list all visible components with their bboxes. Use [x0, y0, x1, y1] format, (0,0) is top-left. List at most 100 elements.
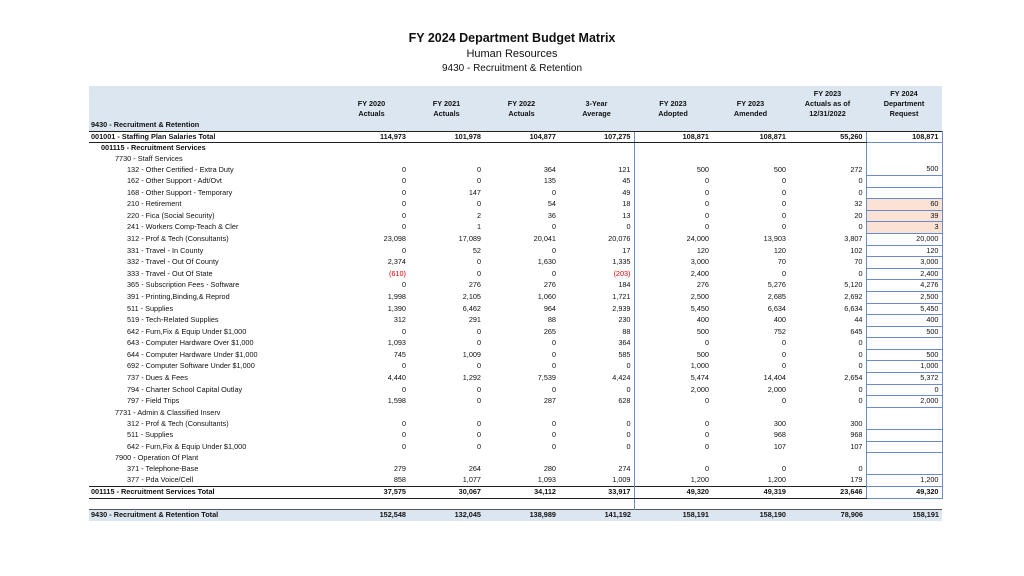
- cell-value: 108,871: [633, 130, 712, 144]
- cell-value: 0: [626, 384, 631, 394]
- cell-value: 5,120: [844, 280, 863, 290]
- cell-value: [789, 120, 866, 132]
- table-row: 312 - Prof & Tech (Consultants) 23,098 17,…: [89, 233, 943, 246]
- cell-value: 17: [622, 245, 631, 255]
- cell-value: 645: [850, 326, 863, 336]
- cell-value: 265: [543, 326, 556, 336]
- cell-value: 0: [401, 384, 406, 394]
- cell-value: [633, 142, 712, 154]
- cell-value: 0: [858, 361, 863, 371]
- cell-value: 0: [858, 187, 863, 197]
- cell-value: 55,260: [789, 130, 866, 144]
- column-header: FY 2022 Actuals: [484, 86, 559, 120]
- cell-value: 18: [622, 199, 631, 209]
- cell-value: 628: [618, 396, 631, 406]
- cell-value: 23,098: [383, 233, 406, 243]
- table-row: 241 - Workers Comp-Teach & Cler 0 1 0 0 0 0 0 3: [89, 221, 943, 234]
- cell-value: 152,548: [334, 509, 409, 521]
- cell-value: 964: [543, 303, 556, 313]
- cell-value: 0: [401, 280, 406, 290]
- cell-value: 17,089: [458, 233, 481, 243]
- cell-value: 400: [633, 314, 712, 327]
- cell-value: 114,973: [334, 130, 409, 144]
- cell-value: 0: [858, 268, 863, 278]
- cell-value: 158,190: [712, 509, 789, 521]
- cell-value: [633, 452, 712, 464]
- cell-value: 400: [773, 315, 786, 325]
- cell-value: 400: [865, 314, 943, 327]
- cell-value: 3: [865, 221, 943, 234]
- row-label: 643 - Computer Hardware Over $1,000: [127, 338, 254, 348]
- table-body: 9430 - Recruitment & Retention 001001 - S…: [89, 120, 943, 521]
- cell-value: 274: [618, 464, 631, 474]
- cell-value: [409, 453, 484, 464]
- cell-value: 0: [401, 441, 406, 451]
- department-name: Human Resources: [466, 48, 558, 60]
- cell-value: 5,450: [865, 303, 943, 316]
- cell-value: 2,400: [633, 268, 712, 280]
- cell-value: 0: [401, 222, 406, 232]
- cell-value: 0: [781, 361, 786, 371]
- table-row: 511 - Supplies 0 0 0 0 0 968 968: [89, 429, 943, 442]
- column-header-label: [89, 86, 334, 120]
- row-label: 162 - Other Support - Adt/Ovt: [127, 175, 222, 185]
- cell-value: 88: [622, 326, 631, 336]
- cell-value: 276: [633, 279, 712, 292]
- table-row: 794 - Charter School Capital Outlay 0 0 0 0 2…: [89, 384, 943, 397]
- cell-value: 54: [547, 199, 556, 209]
- table-row: 642 - Furn,Fix & Equip Under $1,000 0 0 265…: [89, 326, 943, 339]
- cell-value: 0: [401, 164, 406, 174]
- cell-value: 0: [858, 396, 863, 406]
- cell-value: 0: [551, 441, 556, 451]
- table-row: 210 - Retirement 0 0 54 18 0 0 32 60: [89, 198, 943, 211]
- cell-value: 1,630: [537, 257, 556, 267]
- cell-value: 0: [781, 210, 786, 220]
- cell-value: [712, 498, 789, 510]
- table-row: 377 - Pda Voice/Cell 858 1,077 1,093 1,009 1,…: [89, 474, 943, 487]
- row-label: 001115 - Recruitment Services Total: [89, 486, 334, 499]
- cell-value: 1,292: [462, 373, 481, 383]
- cell-value: 2,500: [865, 291, 943, 304]
- cell-value: 104,877: [484, 130, 559, 144]
- table-row: 519 - Tech-Related Supplies 312 291 88 230 40…: [89, 314, 943, 327]
- cell-value: 0: [551, 268, 556, 278]
- cell-value: 101,978: [409, 130, 484, 144]
- cell-value: 0: [401, 210, 406, 220]
- cell-value: 60: [865, 198, 943, 211]
- cell-value: [712, 143, 789, 154]
- cell-value: 30,067: [409, 486, 484, 499]
- cell-value: 4,440: [387, 373, 406, 383]
- cell-value: 5,372: [865, 372, 943, 385]
- cell-value: [789, 498, 866, 510]
- row-label: 371 - Telephone-Base: [127, 464, 199, 474]
- cell-value: 0: [858, 464, 863, 474]
- table-row: 643 - Computer Hardware Over $1,000 1,093…: [89, 337, 943, 350]
- cell-value: 108,871: [712, 130, 789, 144]
- table-row: 692 - Computer Software Under $1,000 0 0 0 0…: [89, 360, 943, 374]
- cell-value: 2,939: [612, 303, 631, 313]
- cell-value: 0: [401, 187, 406, 197]
- row-label: 797 - Field Trips: [127, 396, 180, 406]
- cell-value: 107: [773, 441, 786, 451]
- section-row: 7730 - Staff Services: [89, 153, 943, 165]
- cell-value: 1,200: [767, 475, 786, 485]
- cell-value: [334, 154, 409, 165]
- cell-value: [633, 153, 712, 165]
- cell-value: 968: [850, 430, 863, 440]
- cell-value: 2,000: [633, 384, 712, 396]
- cell-value: [866, 120, 942, 132]
- cell-value: 276: [468, 280, 481, 290]
- cell-value: 0: [401, 361, 406, 371]
- cell-value: [712, 154, 789, 165]
- cell-value: [409, 120, 484, 132]
- budget-matrix-table: FY 2020 Actuals FY 2021 Actuals FY 2022 Act…: [89, 86, 943, 521]
- cell-value: 13: [622, 210, 631, 220]
- cell-value: 24,000: [633, 233, 712, 246]
- total-row: 001115 - Recruitment Services Total 37,57…: [89, 486, 943, 499]
- cell-value: (610): [388, 268, 406, 278]
- cell-value: 230: [618, 315, 631, 325]
- cell-value: 287: [543, 396, 556, 406]
- row-label: 642 - Furn,Fix & Equip Under $1,000: [127, 326, 247, 336]
- cell-value: [866, 498, 942, 510]
- cell-value: 1,093: [387, 338, 406, 348]
